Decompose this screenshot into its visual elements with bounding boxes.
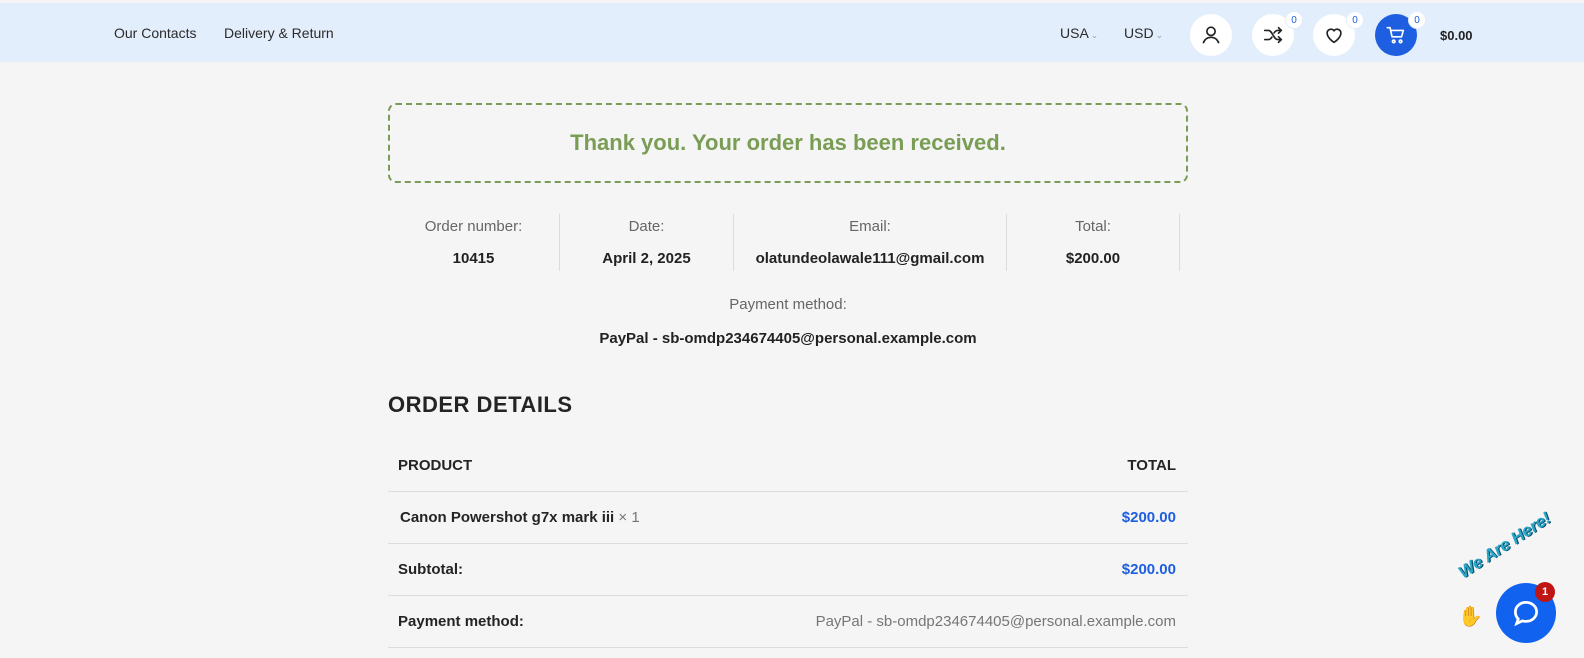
overview-value: olatundeolawale111@gmail.com (755, 250, 985, 267)
currency-value: USD (1124, 25, 1154, 41)
payment-row: Payment method: PayPal - sb-omdp23467440… (388, 596, 1188, 648)
delivery-return-link[interactable]: Delivery & Return (224, 25, 334, 41)
wishlist-count-badge: 0 (1347, 12, 1363, 28)
overview-label: Date: (628, 218, 665, 235)
total-column-header: TOTAL (1127, 457, 1176, 474)
product-link[interactable]: Canon Powershot g7x mark iii (400, 509, 614, 526)
product-column-header: PRODUCT (398, 457, 473, 474)
compare-count-badge: 0 (1286, 12, 1302, 28)
wishlist-button[interactable]: 0 (1313, 12, 1363, 56)
compare-button[interactable]: 0 (1252, 12, 1302, 56)
overview-label: Total: (1075, 218, 1111, 235)
account-button[interactable] (1190, 14, 1232, 56)
overview-value: April 2, 2025 (602, 250, 691, 267)
table-row: Canon Powershot g7x mark iii × 1 $200.00 (388, 492, 1188, 544)
order-overview: Order number: 10415 Date: April 2, 2025 … (388, 214, 1188, 271)
payment-row-label: Payment method: (398, 613, 524, 630)
waving-hand-icon: ✋ (1458, 606, 1483, 628)
chat-notification-badge: 1 (1535, 582, 1555, 602)
overview-label: Email: (849, 218, 891, 235)
cart-icon (1386, 26, 1405, 44)
overview-value: $200.00 (1065, 250, 1121, 267)
user-icon (1202, 26, 1220, 44)
overview-date: Date: April 2, 2025 (560, 214, 734, 271)
payment-row-value: PayPal - sb-omdp234674405@personal.examp… (815, 613, 1176, 630)
top-header: Our Contacts Delivery & Return USA ⌄ USD ⌄… (0, 3, 1584, 62)
product-total: $200.00 (1121, 509, 1176, 526)
order-details-heading: ORDER DETAILS (388, 392, 573, 417)
chat-bubble-icon (1513, 600, 1539, 627)
payment-method-label: Payment method: (729, 296, 847, 313)
product-quantity: × 1 (618, 509, 640, 526)
we-are-here-caption: We Are Here! (1455, 508, 1555, 582)
cart-button[interactable]: 0 (1375, 12, 1425, 56)
overview-label: Order number: (424, 218, 523, 235)
order-details-table: PRODUCT TOTAL Canon Powershot g7x mark i… (388, 440, 1188, 648)
subtotal-label: Subtotal: (398, 561, 463, 578)
cart-total[interactable]: $0.00 (1440, 28, 1473, 43)
overview-value: 10415 (452, 250, 495, 267)
shuffle-icon (1263, 26, 1283, 44)
country-selector[interactable]: USA ⌄ (1060, 25, 1098, 41)
heart-icon (1326, 28, 1342, 44)
cart-count-badge: 0 (1409, 12, 1425, 28)
payment-method-value: PayPal - sb-omdp234674405@personal.examp… (599, 330, 977, 347)
subtotal-value: $200.00 (1121, 561, 1176, 578)
table-header-row: PRODUCT TOTAL (388, 440, 1188, 492)
country-value: USA (1060, 25, 1089, 41)
order-received-notice: Thank you. Your order has been received. (388, 103, 1188, 183)
our-contacts-link[interactable]: Our Contacts (114, 25, 196, 41)
overview-email: Email: olatundeolawale111@gmail.com (734, 214, 1007, 271)
subtotal-row: Subtotal: $200.00 (388, 544, 1188, 596)
chevron-down-icon: ⌄ (1090, 30, 1099, 40)
currency-selector[interactable]: USD ⌄ (1124, 25, 1163, 41)
overview-total: Total: $200.00 (1007, 214, 1180, 271)
overview-order-number: Order number: 10415 (388, 214, 560, 271)
chevron-down-icon: ⌄ (1155, 30, 1164, 40)
